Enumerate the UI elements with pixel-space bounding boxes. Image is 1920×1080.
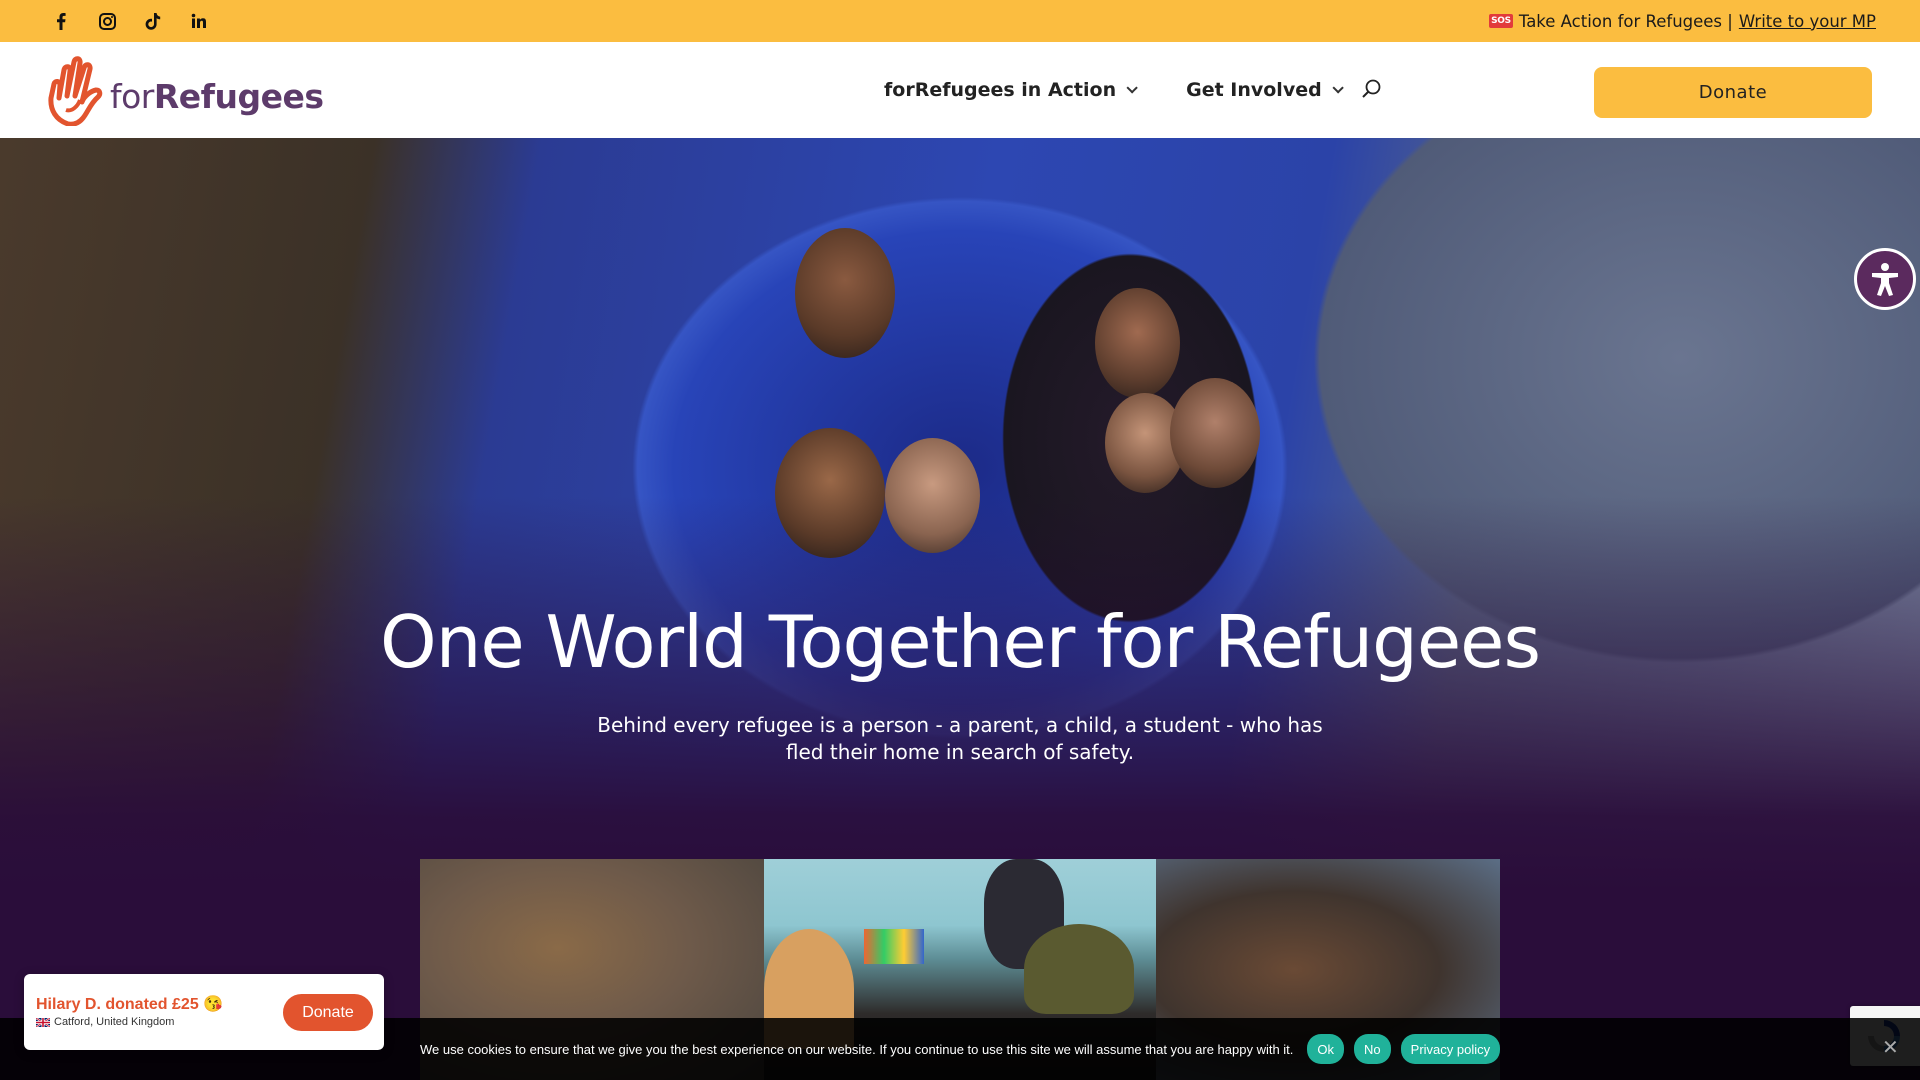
hero-photo-figure — [775, 428, 885, 558]
nav-label: Get Involved — [1186, 79, 1322, 101]
uk-flag-icon — [36, 1017, 50, 1027]
hero-photo-figure — [885, 438, 980, 553]
write-to-mp-link[interactable]: Write to your MP — [1739, 12, 1876, 31]
popup-donate-button[interactable]: Donate — [283, 994, 373, 1031]
hero-photo-figure — [1095, 288, 1180, 398]
social-links — [52, 12, 208, 30]
cookie-ok-button[interactable]: Ok — [1307, 1034, 1345, 1064]
sos-badge: SOS — [1489, 14, 1513, 28]
donation-location-text: Catford, United Kingdom — [54, 1016, 175, 1028]
logo-text-for: for — [110, 77, 154, 116]
tiktok-icon[interactable] — [144, 12, 162, 30]
hero-photo-figure — [795, 228, 895, 358]
header-donate-button[interactable]: Donate — [1594, 67, 1872, 118]
cookie-text: We use cookies to ensure that we give yo… — [420, 1041, 1294, 1057]
instagram-icon[interactable] — [98, 12, 116, 30]
main-nav: forRefugees in Action Get Involved — [884, 42, 1344, 138]
hero-subtitle: Behind every refugee is a person - a par… — [597, 713, 1323, 764]
search-icon[interactable] — [1360, 78, 1384, 102]
hero-title: One World Together for Refugees — [380, 600, 1541, 684]
logo-text-refugees: Refugees — [153, 77, 324, 116]
facebook-icon[interactable] — [52, 12, 70, 30]
logo-text: forRefugees — [110, 77, 324, 116]
gallery-photo-detail — [864, 929, 924, 964]
nav-label: forRefugees in Action — [884, 79, 1117, 101]
privacy-policy-button[interactable]: Privacy policy — [1400, 1034, 1501, 1064]
top-announcement-bar: SOS Take Action for Refugees | Write to … — [0, 0, 1920, 42]
nav-forrefugees-in-action[interactable]: forRefugees in Action — [884, 79, 1138, 101]
hero-photo-figure — [1170, 378, 1260, 488]
forrefugees-logo[interactable]: forRefugees — [46, 54, 324, 126]
donation-location: Catford, United Kingdom — [36, 1016, 174, 1028]
cookie-no-button[interactable]: No — [1354, 1034, 1391, 1064]
donation-notification: Hilary D. donated £25 😘 Catford, United … — [24, 974, 384, 1050]
announce-text: Take Action for Refugees | — [1518, 11, 1733, 31]
hand-logo-icon — [48, 56, 103, 126]
donation-message: Hilary D. donated £25 😘 — [36, 996, 224, 1013]
nav-get-involved[interactable]: Get Involved — [1186, 79, 1344, 101]
chevron-down-icon — [1126, 82, 1138, 94]
take-action-announcement: SOS Take Action for Refugees | Write to … — [1489, 12, 1876, 31]
site-header: forRefugees forRefugees in Action Get In… — [0, 42, 1920, 138]
accessibility-button[interactable] — [1854, 248, 1916, 310]
linkedin-icon[interactable] — [190, 12, 208, 30]
gallery-photo-detail — [1024, 924, 1134, 1014]
close-icon[interactable]: ✕ — [1882, 1038, 1902, 1058]
accessibility-icon — [1872, 263, 1898, 296]
chevron-down-icon — [1332, 82, 1344, 94]
